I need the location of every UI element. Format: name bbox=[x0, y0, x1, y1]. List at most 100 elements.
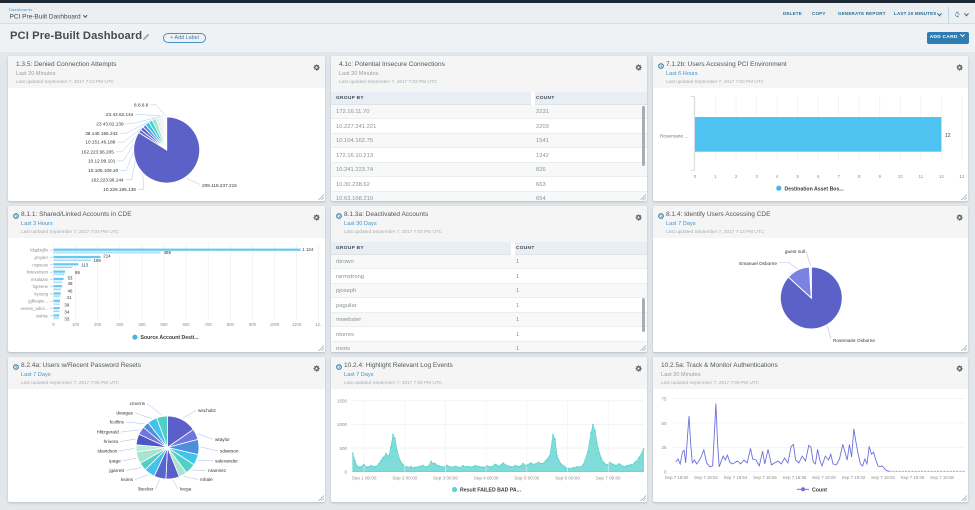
svg-text:swhite: swhite bbox=[36, 313, 49, 318]
svg-text:Sep 7 19:08: Sep 7 19:08 bbox=[930, 475, 954, 480]
svg-text:500: 500 bbox=[339, 446, 347, 451]
svg-text:fcollins: fcollins bbox=[110, 420, 125, 425]
svg-text:214: 214 bbox=[103, 254, 111, 259]
svg-text:veeam_admi...: veeam_admi... bbox=[21, 306, 48, 311]
svg-text:13: 13 bbox=[959, 174, 965, 179]
svg-text:bstevenson: bstevenson bbox=[27, 270, 49, 275]
svg-text:jgarrett: jgarrett bbox=[108, 468, 124, 473]
svg-text:4: 4 bbox=[776, 174, 779, 179]
svg-text:1000: 1000 bbox=[337, 422, 348, 427]
svg-text:Sep 7 18:50: Sep 7 18:50 bbox=[665, 475, 689, 480]
svg-text:msalazar: msalazar bbox=[31, 277, 49, 282]
svg-text:800: 800 bbox=[227, 322, 235, 327]
svg-text:12..: 12.. bbox=[315, 322, 322, 327]
svg-text:10: 10 bbox=[898, 174, 904, 179]
svg-text:5: 5 bbox=[796, 174, 799, 179]
svg-text:3: 3 bbox=[755, 174, 758, 179]
svg-text:2: 2 bbox=[735, 174, 738, 179]
svg-text:Sep 5 00:00: Sep 5 00:00 bbox=[514, 476, 539, 481]
svg-text:nramirez: nramirez bbox=[208, 468, 227, 473]
svg-text:wtaylor: wtaylor bbox=[215, 437, 230, 442]
svg-text:600: 600 bbox=[183, 322, 191, 327]
svg-text:Rosemarie Osborne: Rosemarie Osborne bbox=[833, 338, 875, 343]
svg-text:10.12.99.101: 10.12.99.101 bbox=[88, 159, 116, 164]
svg-text:488: 488 bbox=[164, 250, 172, 255]
svg-text:10.229.195.138: 10.229.195.138 bbox=[103, 187, 136, 192]
svg-text:900: 900 bbox=[249, 322, 257, 327]
svg-text:700: 700 bbox=[205, 322, 213, 327]
svg-text:23.43.62.144: 23.43.62.144 bbox=[106, 112, 134, 117]
svg-text:300: 300 bbox=[116, 322, 124, 327]
svg-text:162.223.96.144: 162.223.96.144 bbox=[91, 178, 124, 183]
svg-text:8.8.8.8: 8.8.8.8 bbox=[134, 102, 149, 107]
svg-text:0: 0 bbox=[694, 174, 697, 179]
svg-text:ipage: ipage bbox=[109, 459, 121, 464]
svg-text:86: 86 bbox=[75, 270, 80, 275]
svg-text:Sep 6 00:00: Sep 6 00:00 bbox=[555, 476, 580, 481]
svg-text:Sep 7 18:54: Sep 7 18:54 bbox=[724, 475, 748, 480]
svg-text:500: 500 bbox=[160, 322, 168, 327]
svg-text:46: 46 bbox=[68, 289, 73, 294]
svg-text:lbecker: lbecker bbox=[138, 487, 154, 492]
svg-text:11: 11 bbox=[918, 174, 923, 179]
svg-text:0: 0 bbox=[52, 322, 55, 327]
svg-text:10.151.46.189: 10.151.46.189 bbox=[85, 140, 115, 145]
svg-text:hrivera: hrivera bbox=[104, 439, 119, 444]
svg-text:400: 400 bbox=[138, 322, 146, 327]
svg-text:Sep 2 00:00: Sep 2 00:00 bbox=[392, 476, 417, 481]
svg-text:53: 53 bbox=[68, 276, 73, 281]
svg-text:dvargas: dvargas bbox=[116, 410, 133, 415]
svg-text:41: 41 bbox=[67, 295, 72, 300]
svg-text:162.223.96.205: 162.223.96.205 bbox=[81, 149, 114, 154]
svg-text:Result FAILED BAD PA...: Result FAILED BAD PA... bbox=[460, 488, 522, 494]
svg-text:39: 39 bbox=[64, 302, 69, 307]
svg-text:Sep 7 18:56: Sep 7 18:56 bbox=[753, 475, 777, 480]
svg-text:10.105.109.20: 10.105.109.20 bbox=[88, 168, 118, 173]
svg-text:Sep 7 19:04: Sep 7 19:04 bbox=[871, 475, 895, 480]
svg-text:7: 7 bbox=[837, 174, 840, 179]
svg-text:169: 169 bbox=[94, 258, 102, 263]
svg-text:8: 8 bbox=[858, 174, 861, 179]
svg-text:Source Account Desti...: Source Account Desti... bbox=[141, 335, 200, 341]
svg-text:0: 0 bbox=[664, 470, 667, 475]
svg-text:idavidson: idavidson bbox=[97, 449, 117, 454]
svg-text:1000: 1000 bbox=[270, 322, 280, 327]
svg-text:hgreene: hgreene bbox=[33, 284, 49, 289]
svg-text:33: 33 bbox=[64, 317, 69, 322]
svg-text:Count: Count bbox=[812, 487, 827, 493]
svg-text:0: 0 bbox=[344, 470, 347, 475]
svg-text:208.118.237.215: 208.118.237.215 bbox=[202, 183, 237, 188]
svg-text:34: 34 bbox=[64, 309, 69, 314]
svg-text:113: 113 bbox=[81, 263, 89, 268]
svg-text:Sep 1 00:00: Sep 1 00:00 bbox=[352, 476, 377, 481]
svg-text:jsnyder: jsnyder bbox=[34, 255, 49, 260]
svg-text:jgillespie...: jgillespie... bbox=[27, 299, 48, 304]
svg-text:Destination Asset Bos...: Destination Asset Bos... bbox=[785, 186, 845, 192]
svg-text:1500: 1500 bbox=[337, 399, 348, 404]
svg-text:12: 12 bbox=[945, 133, 951, 139]
svg-text:wschultz: wschultz bbox=[198, 408, 217, 413]
svg-text:mhale: mhale bbox=[200, 477, 213, 482]
svg-text:Sep 7 18:58: Sep 7 18:58 bbox=[783, 475, 807, 480]
svg-text:salexander: salexander bbox=[215, 459, 238, 464]
svg-text:Sep 7 19:06: Sep 7 19:06 bbox=[901, 475, 925, 480]
svg-text:ldapbigfix: ldapbigfix bbox=[30, 248, 49, 253]
svg-text:Sep 7 19:02: Sep 7 19:02 bbox=[842, 475, 866, 480]
svg-text:hfitzgerald: hfitzgerald bbox=[97, 430, 119, 435]
svg-text:Sep 7 00:00: Sep 7 00:00 bbox=[596, 476, 621, 481]
svg-text:guest null: guest null bbox=[785, 249, 805, 254]
svg-text:cmorris: cmorris bbox=[130, 401, 146, 406]
svg-text:6: 6 bbox=[817, 174, 820, 179]
svg-text:12: 12 bbox=[939, 174, 945, 179]
svg-text:lvega: lvega bbox=[180, 487, 192, 492]
svg-text:ksims: ksims bbox=[121, 477, 134, 482]
svg-text:1: 1 bbox=[714, 174, 717, 179]
svg-text:1 124: 1 124 bbox=[302, 247, 314, 252]
svg-text:Sep 7 18:52: Sep 7 18:52 bbox=[694, 475, 718, 480]
svg-text:Emanuel Osborne: Emanuel Osborne bbox=[739, 261, 777, 266]
svg-text:49: 49 bbox=[68, 281, 73, 286]
svg-text:50: 50 bbox=[661, 421, 667, 426]
svg-text:200: 200 bbox=[94, 322, 102, 327]
svg-text:sdawson: sdawson bbox=[220, 449, 239, 454]
svg-text:23.43.62.139: 23.43.62.139 bbox=[96, 121, 124, 126]
